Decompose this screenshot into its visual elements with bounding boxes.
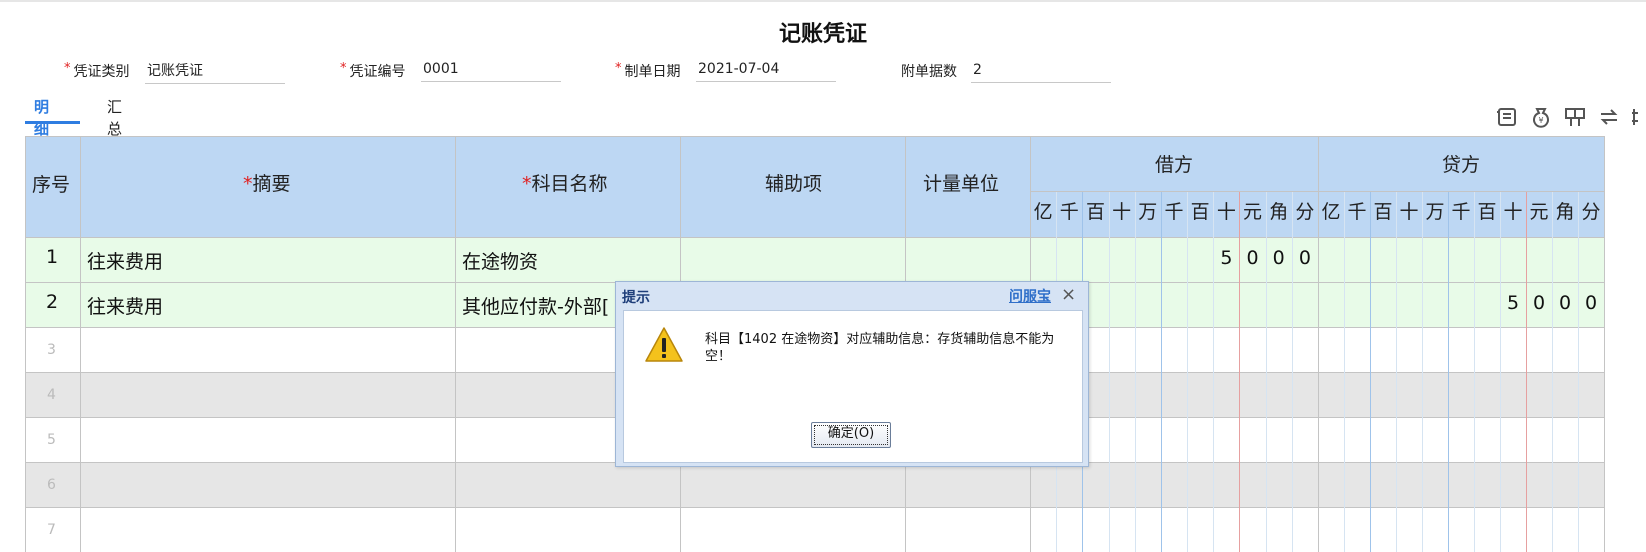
row-bg-1 (25, 237, 1605, 282)
header-seq: 序号 (32, 174, 71, 196)
voucher-no-input[interactable]: 0001 (421, 58, 561, 82)
row-5-no: 5 (47, 432, 56, 448)
required-marker: * (64, 61, 71, 76)
credit-digit-header: 千 (1451, 201, 1471, 223)
top-divider (0, 0, 1646, 2)
header-account: *科目名称 (522, 169, 608, 196)
required-marker: * (522, 173, 532, 195)
dialog-body: 科目【1402 在途物资】对应辅助信息：存货辅助信息不能为空！ 确定(O) (623, 310, 1083, 463)
debit-amount-digit[interactable]: 0 (1295, 247, 1315, 269)
layout-icon[interactable] (1563, 105, 1587, 129)
credit-digit-header: 十 (1399, 201, 1419, 223)
header-summary-label: 摘要 (252, 173, 291, 195)
credit-digit-header: 十 (1503, 201, 1523, 223)
dialog-title: 提示 (622, 290, 650, 306)
voucher-no-field[interactable]: * 凭证编号 0001 (340, 60, 562, 84)
debit-amount-digit[interactable]: 0 (1269, 247, 1289, 269)
debit-digit-header: 元 (1243, 201, 1263, 223)
credit-digit-header: 亿 (1321, 201, 1341, 223)
active-tab-indicator (25, 121, 80, 124)
date-label: 制单日期 (624, 64, 681, 80)
debit-digit-header: 十 (1216, 201, 1236, 223)
header-summary: *摘要 (243, 169, 291, 196)
page-title: 记账凭证 (778, 22, 867, 47)
credit-amount-digit[interactable]: 5 (1503, 292, 1523, 314)
debit-digit-header: 百 (1190, 201, 1210, 223)
voucher-type-label: 凭证类别 (73, 64, 130, 80)
header-unit: 计量单位 (923, 173, 1000, 195)
debit-digit-header: 百 (1085, 201, 1105, 223)
voucher-no-label: 凭证编号 (349, 64, 406, 80)
credit-digit-header: 千 (1347, 201, 1367, 223)
ok-button[interactable]: 确定(O) (811, 422, 891, 448)
row-3-no: 3 (47, 342, 56, 358)
row-2-no: 2 (46, 291, 59, 313)
attachments-input[interactable]: 2 (971, 59, 1111, 83)
required-marker: * (615, 61, 622, 76)
debit-amount-digit[interactable]: 5 (1216, 247, 1236, 269)
row-2-summary[interactable]: 往来费用 (87, 292, 163, 319)
row-bg-7 (25, 507, 1605, 552)
header-debit: 借方 (1155, 154, 1194, 176)
row-1-summary[interactable]: 往来费用 (87, 247, 163, 274)
date-field[interactable]: * 制单日期 2021-07-04 (615, 60, 837, 84)
debit-digit-header: 十 (1112, 201, 1132, 223)
header-account-label: 科目名称 (531, 173, 608, 195)
row-7-no: 7 (47, 522, 56, 538)
debit-digit-header: 分 (1295, 201, 1315, 223)
attachments-label: 附单据数 (901, 64, 957, 80)
header-aux: 辅助项 (765, 173, 823, 195)
credit-amount-digit[interactable]: 0 (1555, 292, 1575, 314)
credit-digit-header: 万 (1425, 201, 1445, 223)
svg-text:¥: ¥ (1538, 116, 1543, 125)
warning-icon (645, 327, 683, 362)
debit-digit-header: 千 (1059, 201, 1079, 223)
alert-dialog: 提示 问服宝 × 科目【1402 在途物资】对应辅助信息：存货辅助信息不能为空！… (615, 281, 1089, 467)
debit-digit-header: 亿 (1033, 201, 1053, 223)
header-credit: 贷方 (1442, 154, 1481, 176)
required-marker: * (340, 61, 347, 76)
required-marker: * (243, 173, 253, 195)
voucher-type-select[interactable]: 记账凭证 (145, 60, 285, 84)
credit-amount-digit[interactable]: 0 (1581, 292, 1601, 314)
credit-digit-header: 分 (1581, 201, 1601, 223)
tab-summary[interactable]: 汇总 (107, 96, 122, 140)
close-icon[interactable]: × (1061, 284, 1076, 305)
row-1-no: 1 (46, 246, 59, 268)
debit-digit-header: 角 (1269, 201, 1289, 223)
debit-digit-header: 万 (1138, 201, 1158, 223)
money-bag-icon[interactable]: ¥ (1529, 105, 1553, 129)
tab-detail[interactable]: 明细 (34, 96, 49, 140)
voucher-type-field[interactable]: * 凭证类别 记账凭证 (64, 60, 286, 84)
row-4-no: 4 (47, 387, 56, 403)
swap-icon[interactable] (1597, 105, 1621, 129)
credit-digit-header: 元 (1529, 201, 1549, 223)
credit-digit-header: 百 (1477, 201, 1497, 223)
debit-amount-digit[interactable]: 0 (1243, 247, 1263, 269)
credit-digit-header: 角 (1555, 201, 1575, 223)
row-1-account[interactable]: 在途物资 (462, 247, 538, 274)
dialog-message: 科目【1402 在途物资】对应辅助信息：存货辅助信息不能为空！ (705, 332, 1055, 364)
date-input[interactable]: 2021-07-04 (696, 58, 836, 82)
row-6-no: 6 (47, 477, 56, 493)
help-link[interactable]: 问服宝 (1009, 286, 1051, 306)
more-icon[interactable] (1631, 105, 1643, 129)
attachments-field[interactable]: 附单据数 2 (901, 60, 1123, 84)
credit-digit-header: 百 (1373, 201, 1393, 223)
ledger-icon[interactable] (1495, 105, 1519, 129)
row-bg-6 (25, 462, 1605, 507)
credit-amount-digit[interactable]: 0 (1529, 292, 1549, 314)
row-2-account[interactable]: 其他应付款-外部[ (462, 292, 609, 319)
debit-digit-header: 千 (1164, 201, 1184, 223)
